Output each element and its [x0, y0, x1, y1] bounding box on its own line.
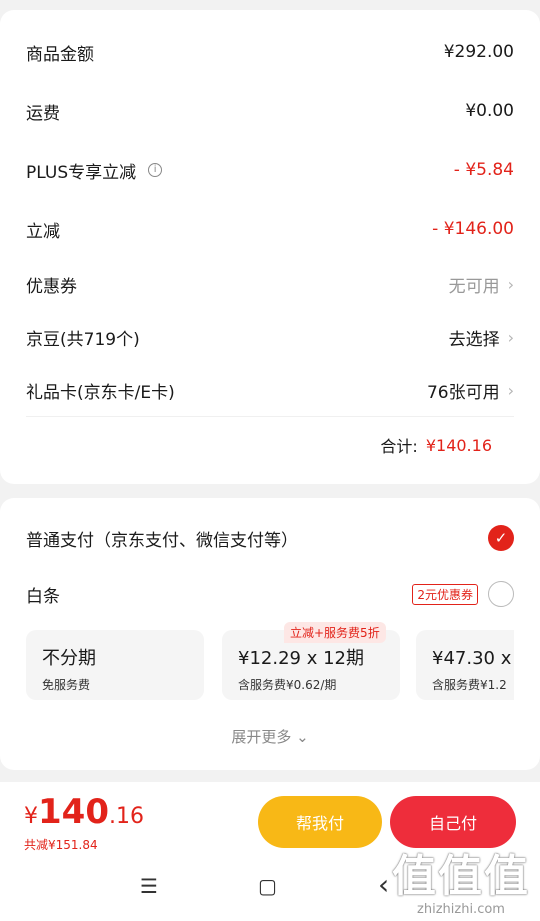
watermark-text: 值值值	[392, 851, 530, 902]
self-pay-button[interactable]: 自己付	[390, 796, 516, 848]
plan-card-no-installment[interactable]: 不分期 免服务费	[26, 630, 204, 700]
checkout-bar: ¥ 140 .16 共减¥151.84 帮我付 自己付 ☰ ▢ ‹ 值值值 zh…	[0, 782, 540, 921]
shipping-label: 运费	[26, 103, 60, 124]
coupon-row[interactable]: 优惠券 无可用 ›	[26, 266, 514, 302]
goods-amount-row: 商品金额 ¥292.00	[26, 34, 514, 70]
total-value: ¥140.16	[425, 435, 492, 455]
home-icon[interactable]: ▢	[258, 874, 277, 898]
back-icon[interactable]: ‹	[378, 868, 389, 901]
plus-discount-label: PLUS专享立减	[26, 162, 137, 183]
instant-discount-row: 立减 - ¥146.00	[26, 211, 514, 247]
plan-card-3[interactable]: ¥47.30 x 3期 含服务费¥1.2	[416, 630, 514, 700]
jingdou-value-wrap: 去选择 ›	[449, 325, 514, 350]
plus-discount-label-wrap: PLUS专享立减 i	[26, 158, 163, 183]
plus-discount-row: PLUS专享立减 i - ¥5.84	[26, 152, 514, 188]
plan-sub: 含服务费¥0.62/期	[238, 678, 337, 692]
normal-pay-option[interactable]: 普通支付（京东支付、微信支付等） ✓	[26, 518, 514, 558]
instant-discount-value: - ¥146.00	[432, 219, 514, 239]
help-pay-button[interactable]: 帮我付	[258, 796, 382, 848]
order-summary-card: 商品金额 ¥292.00 运费 ¥0.00 PLUS专享立减 i - ¥5.84…	[0, 10, 540, 484]
coupon-label: 优惠券	[26, 276, 77, 297]
baitiao-label: 白条	[26, 586, 60, 607]
chevron-right-icon: ›	[507, 380, 514, 400]
giftcard-row[interactable]: 礼品卡(京东卡/E卡) 76张可用 ›	[26, 372, 514, 408]
jingdou-label: 京豆(共719个)	[26, 329, 140, 350]
plan-sub: 含服务费¥1.2	[432, 678, 507, 692]
total-row: 合计: ¥140.16	[380, 430, 492, 460]
baitiao-right: 2元优惠券	[412, 581, 514, 607]
jingdou-row[interactable]: 京豆(共719个) 去选择 ›	[26, 319, 514, 355]
chevron-right-icon: ›	[507, 327, 514, 347]
goods-amount-label: 商品金额	[26, 44, 94, 65]
goods-amount-value: ¥292.00	[443, 42, 514, 62]
menu-icon[interactable]: ☰	[140, 874, 158, 898]
checkmark-icon[interactable]: ✓	[488, 525, 514, 551]
total-label: 合计:	[380, 437, 418, 456]
installment-plans: 不分期 免服务费 ¥12.29 x 12期 含服务费¥0.62/期 ¥47.30…	[26, 630, 514, 700]
instant-discount-label: 立减	[26, 221, 60, 242]
plan-sub: 免服务费	[42, 678, 91, 692]
giftcard-value: 76张可用	[426, 382, 500, 403]
expand-more-link[interactable]: 展开更多 ⌄	[0, 726, 540, 747]
price-integer: 140	[38, 792, 109, 832]
radio-unchecked-icon[interactable]	[488, 581, 514, 607]
price-decimal: .16	[108, 804, 144, 829]
watermark-url: zhizhizhi.com	[417, 902, 505, 917]
payment-method-card: 普通支付（京东支付、微信支付等） ✓ 白条 2元优惠券 不分期 免服务费 ¥12…	[0, 498, 540, 770]
info-icon[interactable]: i	[148, 163, 163, 177]
plan-main: ¥12.29 x 12期	[238, 648, 364, 669]
coupon-value: 无可用	[448, 276, 500, 297]
shipping-value: ¥0.00	[465, 101, 514, 121]
chevron-right-icon: ›	[507, 274, 514, 294]
jingdou-value: 去选择	[448, 329, 500, 350]
giftcard-label: 礼品卡(京东卡/E卡)	[26, 382, 175, 403]
price-currency: ¥	[24, 804, 38, 829]
shipping-row: 运费 ¥0.00	[26, 93, 514, 129]
plan-main: ¥47.30 x 3期	[432, 648, 514, 669]
coupon-value-wrap: 无可用 ›	[449, 272, 514, 297]
final-price: ¥ 140 .16	[24, 792, 144, 832]
giftcard-value-wrap: 76张可用 ›	[427, 378, 514, 403]
baitiao-option[interactable]: 白条 2元优惠券	[26, 574, 514, 614]
normal-pay-label: 普通支付（京东支付、微信支付等）	[26, 530, 298, 551]
plan-main: 不分期	[42, 648, 96, 669]
baitiao-coupon-badge: 2元优惠券	[412, 583, 478, 605]
plus-discount-value: - ¥5.84	[453, 160, 514, 180]
divider	[26, 416, 514, 417]
watermark-logo: 值值值 zhizhizhi.com	[392, 851, 530, 918]
saved-amount: 共减¥151.84	[24, 838, 98, 852]
plan-promo-tag: 立减+服务费5折	[284, 622, 386, 643]
